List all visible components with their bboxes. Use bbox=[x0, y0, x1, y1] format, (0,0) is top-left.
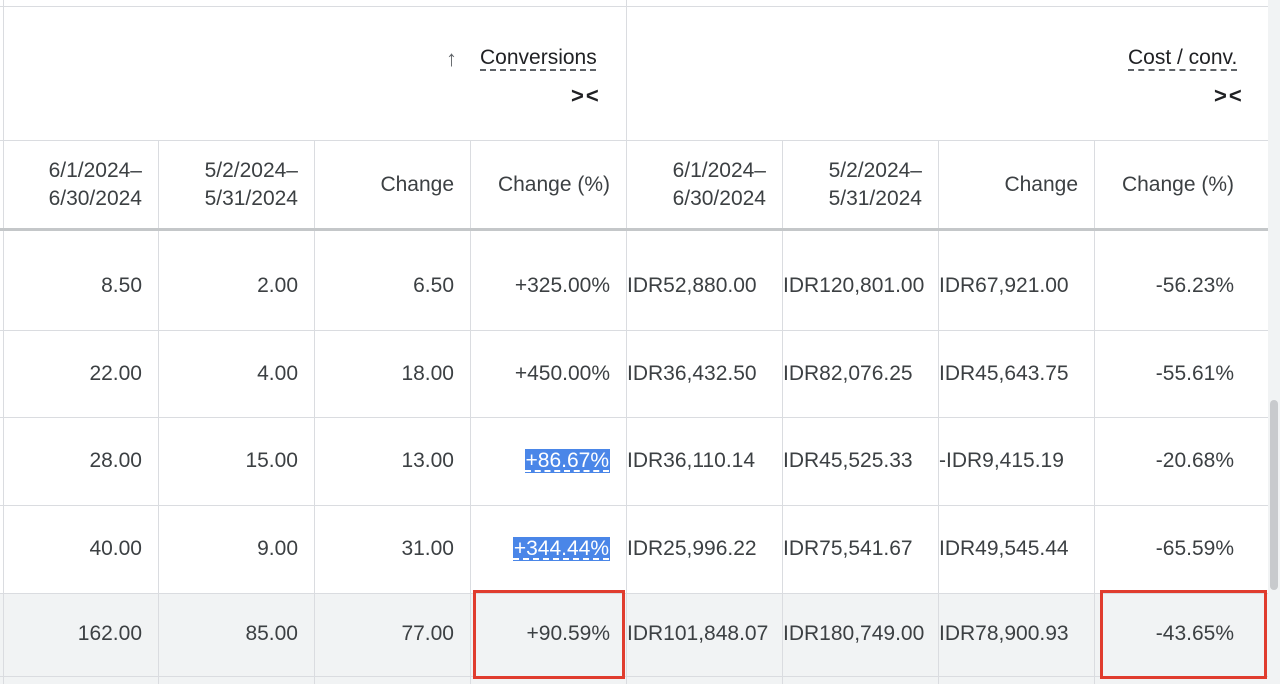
col-header-line1: Change bbox=[1004, 172, 1078, 196]
col-header-change-pct-conversions[interactable]: Change (%) bbox=[471, 141, 626, 228]
selected-text: +344.44% bbox=[512, 537, 610, 561]
col-header-line1: Change (%) bbox=[497, 172, 610, 196]
col-header-previous-cost-per-conv[interactable]: 5/2/2024– 5/31/2024 bbox=[783, 141, 938, 228]
cell-change-conversions: 13.00 bbox=[401, 449, 454, 472]
col-header-line1: Change (%) bbox=[1121, 172, 1234, 196]
cell-change-pct-cost-per-conv: -20.68% bbox=[1155, 449, 1234, 472]
cell-value: IDR82,076.25 bbox=[783, 362, 913, 385]
cell-previous-cost-per-conv: IDR75,541.67 bbox=[783, 506, 938, 592]
cell-value: IDR36,110.14 bbox=[627, 449, 756, 472]
cell-value: IDR78,900.93 bbox=[939, 622, 1069, 645]
col-header-change-conversions[interactable]: Change bbox=[315, 141, 470, 228]
col-header-line2: 5/31/2024 bbox=[828, 186, 922, 210]
cell-change-conversions: 31.00 bbox=[401, 537, 454, 560]
col-header-line1: 6/1/2024– bbox=[672, 158, 766, 182]
cost-per-conversion-collapse-icon[interactable]: >< bbox=[1214, 83, 1244, 109]
cell-change-cost-per-conv: -IDR9,415.19 bbox=[939, 418, 1094, 504]
cell-value: IDR49,545.44 bbox=[939, 537, 1069, 560]
col-header-line1: 6/1/2024– bbox=[48, 158, 142, 182]
cell-value: IDR45,525.33 bbox=[783, 449, 913, 472]
col-header-change-pct-cost-per-conv[interactable]: Change (%) bbox=[1095, 141, 1250, 228]
cell-change-pct-cost-per-conv: -55.61% bbox=[1155, 362, 1234, 385]
cell-change-pct-conversions: +325.00% bbox=[514, 274, 610, 297]
col-header-change-cost-per-conv[interactable]: Change bbox=[939, 141, 1094, 228]
col-header-line1: Change bbox=[380, 172, 454, 196]
cell-value: IDR120,801.00 bbox=[783, 274, 925, 297]
cell-current-cost-per-conv: IDR36,110.14 bbox=[627, 418, 782, 504]
col-header-current-conversions[interactable]: 6/1/2024– 6/30/2024 bbox=[4, 141, 158, 228]
cell-change-conversions: 77.00 bbox=[401, 622, 454, 645]
cell-change-cost-per-conv: IDR67,921.00 bbox=[939, 243, 1094, 329]
conversions-column-header[interactable]: Conversions bbox=[480, 46, 597, 70]
col-header-line2: 5/31/2024 bbox=[204, 186, 298, 210]
cell-previous-cost-per-conv: IDR180,749.00 bbox=[783, 591, 938, 677]
cell-previous-conversions: 9.00 bbox=[257, 537, 298, 560]
cell-current-conversions: 162.00 bbox=[77, 622, 142, 645]
cell-current-cost-per-conv: IDR52,880.00 bbox=[627, 243, 782, 329]
cell-change-conversions: 18.00 bbox=[401, 362, 454, 385]
cell-current-cost-per-conv: IDR101,848.07 bbox=[627, 591, 782, 677]
cell-change-cost-per-conv: IDR49,545.44 bbox=[939, 506, 1094, 592]
cell-change-pct-cost-per-conv: -65.59% bbox=[1155, 537, 1234, 560]
sort-ascending-icon[interactable]: ↑ bbox=[446, 46, 457, 72]
cell-value: IDR67,921.00 bbox=[939, 274, 1069, 297]
cell-value: IDR52,880.00 bbox=[627, 274, 757, 297]
col-header-line2: 6/30/2024 bbox=[672, 186, 766, 210]
grid-line bbox=[0, 6, 1268, 7]
cell-value: IDR101,848.07 bbox=[627, 622, 769, 645]
cell-change-conversions: 6.50 bbox=[413, 274, 454, 297]
cell-current-cost-per-conv: IDR25,996.22 bbox=[627, 506, 782, 592]
col-header-line1: 5/2/2024– bbox=[828, 158, 922, 182]
cell-current-conversions: 40.00 bbox=[89, 537, 142, 560]
col-header-current-cost-per-conv[interactable]: 6/1/2024– 6/30/2024 bbox=[627, 141, 782, 228]
cell-previous-conversions: 85.00 bbox=[245, 622, 298, 645]
cell-previous-cost-per-conv: IDR120,801.00 bbox=[783, 243, 938, 329]
cell-change-pct-conversions: +344.44% bbox=[471, 506, 626, 592]
col-header-line1: 5/2/2024– bbox=[204, 158, 298, 182]
col-header-previous-conversions[interactable]: 5/2/2024– 5/31/2024 bbox=[159, 141, 314, 228]
cell-current-cost-per-conv: IDR36,432.50 bbox=[627, 331, 782, 417]
cell-current-conversions: 22.00 bbox=[89, 362, 142, 385]
cell-change-cost-per-conv: IDR78,900.93 bbox=[939, 591, 1094, 677]
cell-change-cost-per-conv: IDR45,643.75 bbox=[939, 331, 1094, 417]
cell-previous-conversions: 15.00 bbox=[245, 449, 298, 472]
cell-value: IDR45,643.75 bbox=[939, 362, 1069, 385]
cell-previous-cost-per-conv: IDR45,525.33 bbox=[783, 418, 938, 504]
cell-value: IDR180,749.00 bbox=[783, 622, 925, 645]
cell-current-conversions: 28.00 bbox=[89, 449, 142, 472]
cell-previous-cost-per-conv: IDR82,076.25 bbox=[783, 331, 938, 417]
cell-change-pct-cost-per-conv: -56.23% bbox=[1155, 274, 1234, 297]
cell-value: IDR25,996.22 bbox=[627, 537, 757, 560]
annotation-box-cost-per-conv-change bbox=[1100, 590, 1267, 679]
header-bottom-border bbox=[0, 228, 1268, 231]
cell-value: IDR36,432.50 bbox=[627, 362, 757, 385]
vertical-scrollbar[interactable] bbox=[1268, 0, 1280, 684]
cell-current-conversions: 8.50 bbox=[101, 274, 142, 297]
conversions-collapse-icon[interactable]: >< bbox=[571, 83, 601, 109]
cell-previous-conversions: 4.00 bbox=[257, 362, 298, 385]
grouped-header-band bbox=[0, 6, 1268, 140]
cell-value: -IDR9,415.19 bbox=[939, 449, 1064, 472]
col-header-line2: 6/30/2024 bbox=[48, 186, 142, 210]
cell-change-pct-conversions: +86.67% bbox=[471, 418, 626, 504]
annotation-box-conversions-change bbox=[473, 590, 625, 679]
selected-text: +86.67% bbox=[524, 449, 610, 473]
cost-per-conversion-column-header[interactable]: Cost / conv. bbox=[1128, 46, 1237, 70]
cell-previous-conversions: 2.00 bbox=[257, 274, 298, 297]
scrollbar-thumb[interactable] bbox=[1270, 400, 1278, 590]
cell-value: IDR75,541.67 bbox=[783, 537, 913, 560]
cell-change-pct-conversions: +450.00% bbox=[514, 362, 610, 385]
